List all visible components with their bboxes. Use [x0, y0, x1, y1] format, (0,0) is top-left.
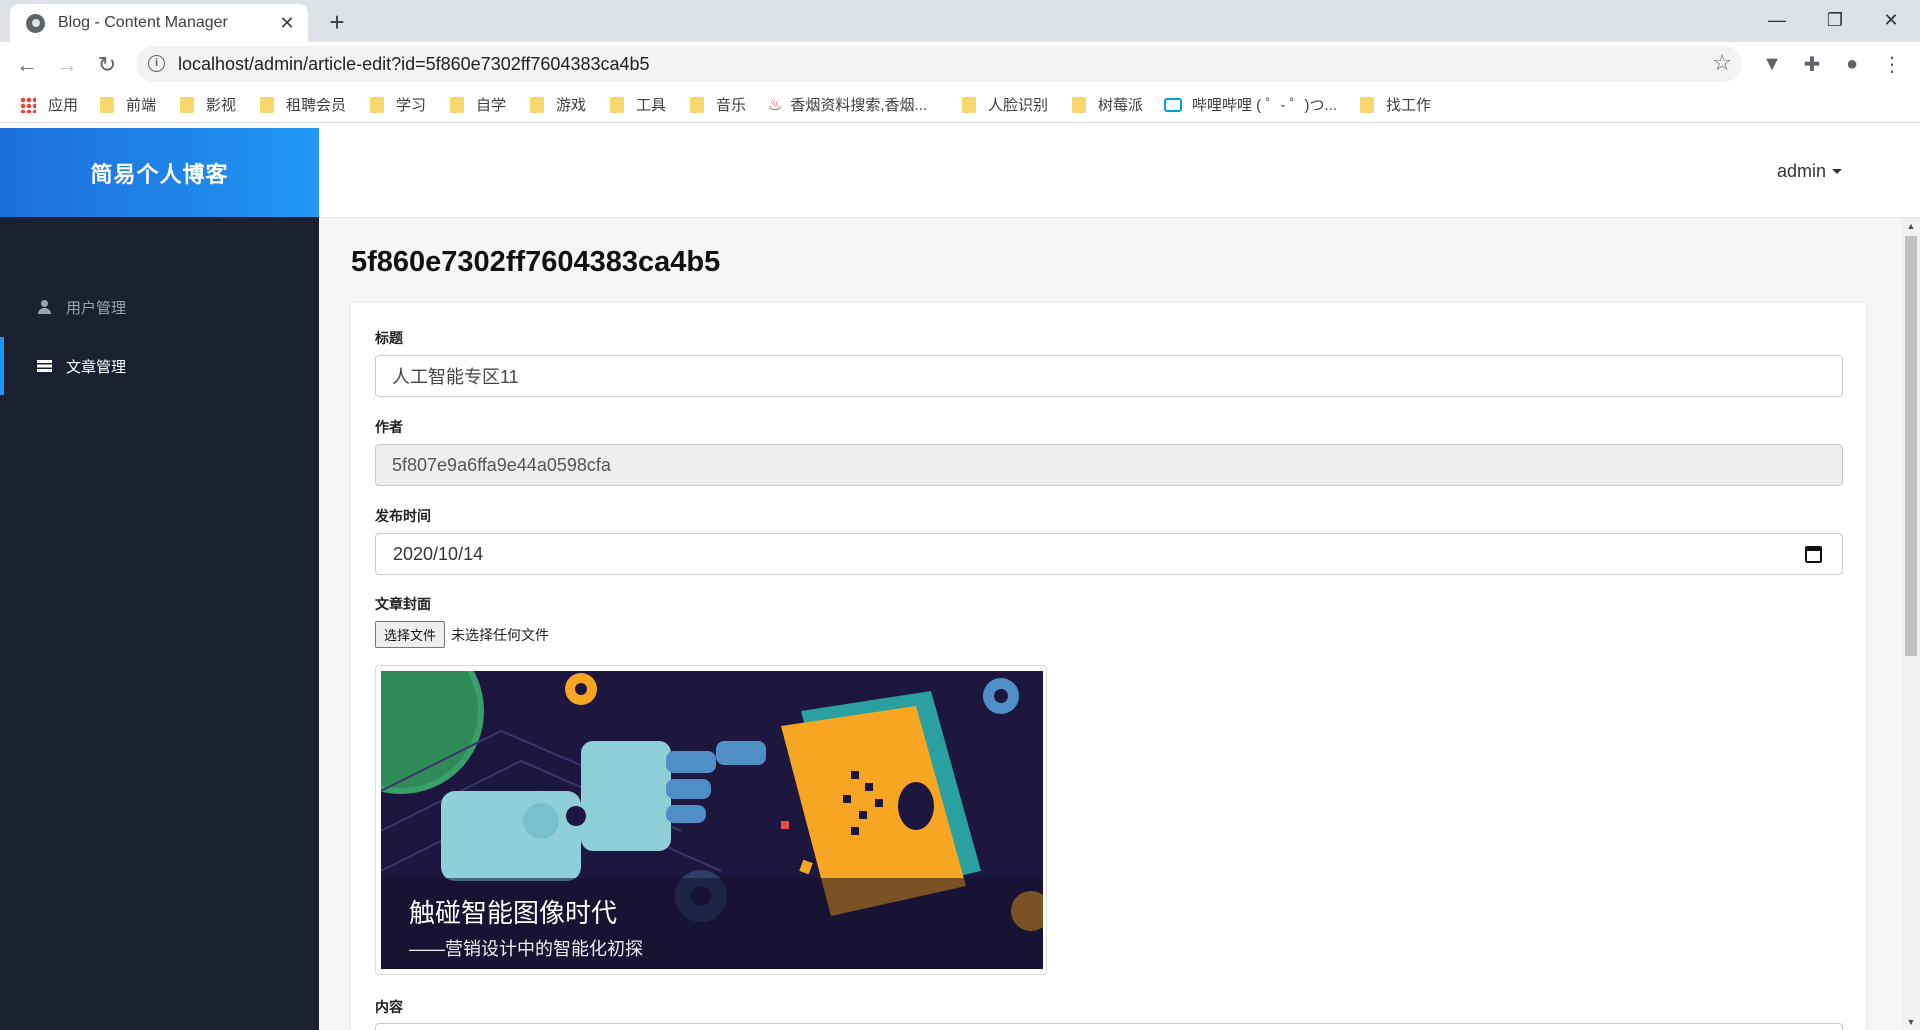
- page-title: 5f860e7302ff7604383ca4b5: [351, 246, 721, 278]
- title-label: 标题: [375, 330, 403, 346]
- minimize-icon[interactable]: ―: [1748, 0, 1806, 40]
- cover-title: 触碰智能图像时代: [409, 898, 618, 928]
- main-content: 5f860e7302ff7604383ca4b5 标题 作者 发布时间 2020…: [319, 218, 1902, 1030]
- folder-icon: [1072, 96, 1086, 113]
- address-bar[interactable]: i localhost/admin/article-edit?id=5f860e…: [136, 46, 1742, 82]
- file-status: 未选择任何文件: [451, 626, 550, 643]
- bilibili-icon: [1164, 97, 1182, 112]
- folder-icon: [962, 96, 976, 113]
- edit-form-card: 标题 作者 发布时间 2020/10/14 文章封面 选择文件 未选择任何文件: [351, 303, 1866, 1030]
- extension-v-icon[interactable]: ▼: [1758, 50, 1786, 78]
- folder-icon: [610, 96, 624, 113]
- author-input: [375, 444, 1843, 486]
- bookmark-item[interactable]: 影视: [180, 94, 236, 115]
- folder-icon: [180, 96, 194, 113]
- cover-label: 文章封面: [375, 596, 431, 612]
- back-icon[interactable]: ←: [12, 50, 42, 80]
- sidebar-item-label: 文章管理: [66, 358, 127, 376]
- bookmark-item[interactable]: 人脸识别: [962, 94, 1048, 115]
- bookmark-item[interactable]: ♨ 香烟资料搜索,香烟...: [768, 94, 927, 115]
- folder-icon: [370, 96, 384, 113]
- apps-icon: [20, 96, 36, 113]
- cover-subtitle: ——营销设计中的智能化初探: [409, 939, 643, 959]
- sidebar-item-articles[interactable]: 文章管理: [0, 337, 319, 395]
- bookmark-item[interactable]: 游戏: [530, 94, 586, 115]
- date-value: 2020/10/14: [393, 543, 484, 564]
- browser-toolbar: ← → ↻ i localhost/admin/article-edit?id=…: [0, 42, 1920, 86]
- bookmark-star-icon[interactable]: ☆: [1712, 50, 1732, 76]
- scroll-up-icon[interactable]: ▲: [1902, 218, 1920, 234]
- bookmark-item[interactable]: 找工作: [1360, 94, 1431, 115]
- restore-icon[interactable]: ❐: [1806, 0, 1864, 40]
- browser-tabstrip: Blog - Content Manager ✕ + ― ❐ ✕: [0, 0, 1920, 42]
- bookmark-apps[interactable]: 应用: [20, 94, 78, 115]
- user-icon: [36, 300, 52, 314]
- top-header: admin: [319, 128, 1920, 218]
- bookmark-item[interactable]: 租聘会员: [260, 94, 346, 115]
- scroll-down-icon[interactable]: ▼: [1902, 1014, 1920, 1030]
- cover-thumbnail: 触碰智能图像时代 ——营销设计中的智能化初探: [375, 665, 1047, 975]
- site-info-icon[interactable]: i: [148, 55, 165, 72]
- list-icon: [36, 360, 52, 372]
- content-editor[interactable]: [375, 1023, 1843, 1030]
- bookmark-item[interactable]: 哔哩哔哩 ( ゜- ゜)つ...: [1164, 94, 1337, 115]
- flame-icon: ♨: [768, 96, 783, 114]
- bookmark-item[interactable]: 前端: [100, 94, 156, 115]
- date-input[interactable]: 2020/10/14: [375, 533, 1843, 575]
- content-label: 内容: [375, 999, 403, 1015]
- calendar-icon[interactable]: [1805, 545, 1822, 563]
- page: 简易个人博客 用户管理 文章管理 admin 5f860e7302ff76043…: [0, 128, 1920, 1030]
- folder-icon: [530, 96, 544, 113]
- reload-icon[interactable]: ↻: [92, 50, 122, 80]
- close-window-icon[interactable]: ✕: [1862, 0, 1920, 40]
- date-label: 发布时间: [375, 508, 431, 524]
- sidebar-item-label: 用户管理: [66, 299, 127, 317]
- caret-down-icon: [1832, 169, 1842, 174]
- brand-logo[interactable]: 简易个人博客: [0, 128, 319, 217]
- sidebar-item-users[interactable]: 用户管理: [0, 278, 319, 336]
- bookmark-item[interactable]: 工具: [610, 94, 666, 115]
- folder-icon: [690, 96, 704, 113]
- puzzle-icon[interactable]: ✚: [1798, 50, 1826, 78]
- folder-icon: [100, 96, 114, 113]
- new-tab-button[interactable]: +: [322, 7, 352, 37]
- user-dropdown[interactable]: admin: [1777, 161, 1842, 182]
- tab-title: Blog - Content Manager: [58, 14, 228, 31]
- scroll-thumb[interactable]: [1905, 236, 1917, 656]
- cover-image: 触碰智能图像时代 ——营销设计中的智能化初探: [381, 671, 1043, 969]
- bookmark-item[interactable]: 学习: [370, 94, 426, 115]
- profile-icon[interactable]: ●: [1838, 50, 1866, 78]
- folder-icon: [450, 96, 464, 113]
- choose-file-button[interactable]: 选择文件: [375, 621, 446, 648]
- bookmarks-bar: 应用 前端 影视 租聘会员 学习 自学 游戏 工具 音乐 ♨ 香烟资料搜索,香烟.…: [0, 86, 1920, 123]
- bookmark-item[interactable]: 音乐: [690, 94, 746, 115]
- folder-icon: [260, 96, 274, 113]
- close-tab-icon[interactable]: ✕: [276, 12, 298, 34]
- url-text: localhost/admin/article-edit?id=5f860e73…: [178, 54, 650, 74]
- browser-tab[interactable]: Blog - Content Manager ✕: [10, 4, 308, 42]
- page-scrollbar[interactable]: ▲ ▼: [1902, 218, 1920, 1030]
- menu-icon[interactable]: ⋮: [1878, 50, 1906, 78]
- forward-icon[interactable]: →: [52, 50, 82, 80]
- bookmark-item[interactable]: 树莓派: [1072, 94, 1143, 115]
- folder-icon: [1360, 96, 1374, 113]
- user-name: admin: [1776, 161, 1826, 181]
- file-picker: 选择文件 未选择任何文件: [375, 621, 549, 648]
- globe-icon: [26, 13, 45, 33]
- sidebar: 简易个人博客 用户管理 文章管理: [0, 128, 319, 1030]
- title-input[interactable]: [375, 355, 1843, 397]
- bookmark-item[interactable]: 自学: [450, 94, 506, 115]
- author-label: 作者: [375, 419, 403, 435]
